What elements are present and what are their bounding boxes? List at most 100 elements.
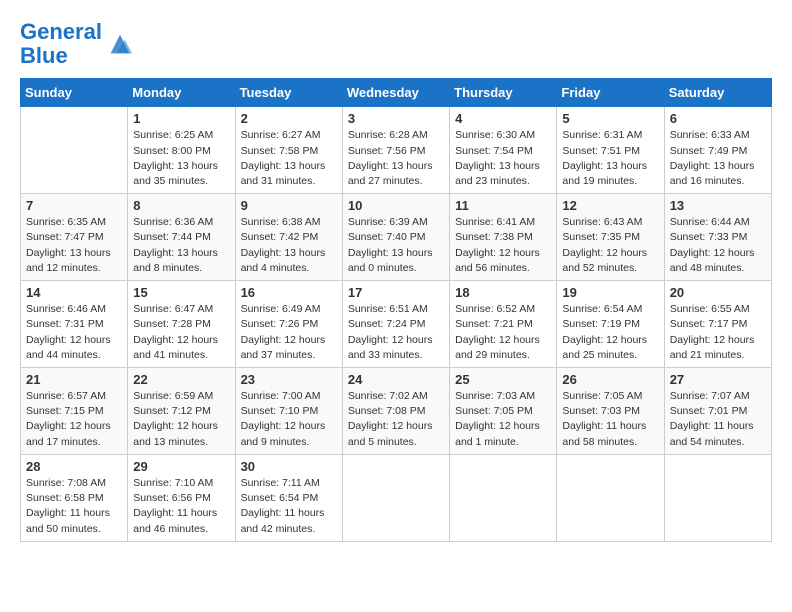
calendar-cell: 4 Sunrise: 6:30 AMSunset: 7:54 PMDaylight… — [450, 107, 557, 194]
day-number: 27 — [670, 372, 766, 387]
day-number: 5 — [562, 111, 658, 126]
day-number: 2 — [241, 111, 337, 126]
calendar-cell — [664, 454, 771, 541]
calendar-cell: 30 Sunrise: 7:11 AMSunset: 6:54 PMDayligh… — [235, 454, 342, 541]
day-number: 22 — [133, 372, 229, 387]
day-number: 19 — [562, 285, 658, 300]
calendar-week-row: 14 Sunrise: 6:46 AMSunset: 7:31 PMDayligh… — [21, 281, 772, 368]
day-number: 20 — [670, 285, 766, 300]
day-header-tuesday: Tuesday — [235, 79, 342, 107]
day-number: 10 — [348, 198, 444, 213]
calendar-week-row: 21Sunrise: 6:57 AMSunset: 7:15 PMDayligh… — [21, 368, 772, 455]
day-info: Sunrise: 6:31 AMSunset: 7:51 PMDaylight:… — [562, 128, 658, 189]
calendar-cell: 15 Sunrise: 6:47 AMSunset: 7:28 PMDayligh… — [128, 281, 235, 368]
calendar-cell: 5 Sunrise: 6:31 AMSunset: 7:51 PMDaylight… — [557, 107, 664, 194]
day-header-thursday: Thursday — [450, 79, 557, 107]
day-number: 21 — [26, 372, 122, 387]
calendar-cell: 24 Sunrise: 7:02 AMSunset: 7:08 PMDayligh… — [342, 368, 449, 455]
page-header: GeneralBlue — [20, 20, 772, 68]
day-number: 4 — [455, 111, 551, 126]
day-number: 28 — [26, 459, 122, 474]
day-info: Sunrise: 6:38 AMSunset: 7:42 PMDaylight:… — [241, 215, 337, 276]
calendar-cell: 10 Sunrise: 6:39 AMSunset: 7:40 PMDayligh… — [342, 194, 449, 281]
calendar-cell: 23 Sunrise: 7:00 AMSunset: 7:10 PMDayligh… — [235, 368, 342, 455]
day-info: Sunrise: 7:02 AMSunset: 7:08 PMDaylight:… — [348, 389, 444, 450]
day-header-friday: Friday — [557, 79, 664, 107]
calendar-cell: 6 Sunrise: 6:33 AMSunset: 7:49 PMDaylight… — [664, 107, 771, 194]
calendar-cell — [557, 454, 664, 541]
day-header-monday: Monday — [128, 79, 235, 107]
day-info: Sunrise: 6:33 AMSunset: 7:49 PMDaylight:… — [670, 128, 766, 189]
day-info: Sunrise: 6:39 AMSunset: 7:40 PMDaylight:… — [348, 215, 444, 276]
calendar-header-row: SundayMondayTuesdayWednesdayThursdayFrid… — [21, 79, 772, 107]
calendar-cell: 17 Sunrise: 6:51 AMSunset: 7:24 PMDayligh… — [342, 281, 449, 368]
calendar-cell: 19Sunrise: 6:54 AMSunset: 7:19 PMDayligh… — [557, 281, 664, 368]
day-info: Sunrise: 6:30 AMSunset: 7:54 PMDaylight:… — [455, 128, 551, 189]
day-info: Sunrise: 6:59 AMSunset: 7:12 PMDaylight:… — [133, 389, 229, 450]
day-info: Sunrise: 6:47 AMSunset: 7:28 PMDaylight:… — [133, 302, 229, 363]
day-info: Sunrise: 7:00 AMSunset: 7:10 PMDaylight:… — [241, 389, 337, 450]
calendar-cell: 11Sunrise: 6:41 AMSunset: 7:38 PMDayligh… — [450, 194, 557, 281]
day-info: Sunrise: 6:52 AMSunset: 7:21 PMDaylight:… — [455, 302, 551, 363]
day-number: 14 — [26, 285, 122, 300]
day-info: Sunrise: 6:46 AMSunset: 7:31 PMDaylight:… — [26, 302, 122, 363]
day-number: 7 — [26, 198, 122, 213]
calendar-cell: 27 Sunrise: 7:07 AMSunset: 7:01 PMDayligh… — [664, 368, 771, 455]
calendar-week-row: 1Sunrise: 6:25 AMSunset: 8:00 PMDaylight… — [21, 107, 772, 194]
day-number: 12 — [562, 198, 658, 213]
day-info: Sunrise: 7:10 AMSunset: 6:56 PMDaylight:… — [133, 476, 229, 537]
calendar-cell: 22 Sunrise: 6:59 AMSunset: 7:12 PMDayligh… — [128, 368, 235, 455]
day-info: Sunrise: 7:03 AMSunset: 7:05 PMDaylight:… — [455, 389, 551, 450]
calendar-cell: 8Sunrise: 6:36 AMSunset: 7:44 PMDaylight… — [128, 194, 235, 281]
calendar-cell: 21Sunrise: 6:57 AMSunset: 7:15 PMDayligh… — [21, 368, 128, 455]
day-header-saturday: Saturday — [664, 79, 771, 107]
day-number: 9 — [241, 198, 337, 213]
day-number: 25 — [455, 372, 551, 387]
calendar-cell: 20Sunrise: 6:55 AMSunset: 7:17 PMDayligh… — [664, 281, 771, 368]
calendar-cell — [21, 107, 128, 194]
day-header-sunday: Sunday — [21, 79, 128, 107]
day-info: Sunrise: 7:05 AMSunset: 7:03 PMDaylight:… — [562, 389, 658, 450]
day-number: 23 — [241, 372, 337, 387]
day-number: 3 — [348, 111, 444, 126]
calendar-table: SundayMondayTuesdayWednesdayThursdayFrid… — [20, 78, 772, 541]
day-number: 24 — [348, 372, 444, 387]
day-info: Sunrise: 7:07 AMSunset: 7:01 PMDaylight:… — [670, 389, 766, 450]
calendar-week-row: 7 Sunrise: 6:35 AMSunset: 7:47 PMDaylight… — [21, 194, 772, 281]
calendar-cell: 3 Sunrise: 6:28 AMSunset: 7:56 PMDaylight… — [342, 107, 449, 194]
day-info: Sunrise: 6:49 AMSunset: 7:26 PMDaylight:… — [241, 302, 337, 363]
calendar-cell: 13Sunrise: 6:44 AMSunset: 7:33 PMDayligh… — [664, 194, 771, 281]
day-info: Sunrise: 6:44 AMSunset: 7:33 PMDaylight:… — [670, 215, 766, 276]
logo-text: GeneralBlue — [20, 20, 102, 68]
calendar-cell: 18 Sunrise: 6:52 AMSunset: 7:21 PMDayligh… — [450, 281, 557, 368]
day-info: Sunrise: 6:35 AMSunset: 7:47 PMDaylight:… — [26, 215, 122, 276]
day-info: Sunrise: 6:43 AMSunset: 7:35 PMDaylight:… — [562, 215, 658, 276]
calendar-cell: 1Sunrise: 6:25 AMSunset: 8:00 PMDaylight… — [128, 107, 235, 194]
calendar-cell: 14 Sunrise: 6:46 AMSunset: 7:31 PMDayligh… — [21, 281, 128, 368]
day-number: 26 — [562, 372, 658, 387]
day-info: Sunrise: 7:11 AMSunset: 6:54 PMDaylight:… — [241, 476, 337, 537]
day-number: 15 — [133, 285, 229, 300]
day-number: 18 — [455, 285, 551, 300]
calendar-cell: 16 Sunrise: 6:49 AMSunset: 7:26 PMDayligh… — [235, 281, 342, 368]
day-header-wednesday: Wednesday — [342, 79, 449, 107]
calendar-week-row: 28 Sunrise: 7:08 AMSunset: 6:58 PMDayligh… — [21, 454, 772, 541]
day-info: Sunrise: 6:28 AMSunset: 7:56 PMDaylight:… — [348, 128, 444, 189]
logo: GeneralBlue — [20, 20, 134, 68]
day-number: 16 — [241, 285, 337, 300]
calendar-cell: 29 Sunrise: 7:10 AMSunset: 6:56 PMDayligh… — [128, 454, 235, 541]
day-number: 6 — [670, 111, 766, 126]
logo-icon — [106, 30, 134, 58]
day-info: Sunrise: 6:51 AMSunset: 7:24 PMDaylight:… — [348, 302, 444, 363]
day-info: Sunrise: 6:27 AMSunset: 7:58 PMDaylight:… — [241, 128, 337, 189]
day-number: 30 — [241, 459, 337, 474]
day-number: 17 — [348, 285, 444, 300]
calendar-cell: 12 Sunrise: 6:43 AMSunset: 7:35 PMDayligh… — [557, 194, 664, 281]
calendar-cell: 25 Sunrise: 7:03 AMSunset: 7:05 PMDayligh… — [450, 368, 557, 455]
day-info: Sunrise: 6:41 AMSunset: 7:38 PMDaylight:… — [455, 215, 551, 276]
calendar-cell: 28 Sunrise: 7:08 AMSunset: 6:58 PMDayligh… — [21, 454, 128, 541]
calendar-cell: 2 Sunrise: 6:27 AMSunset: 7:58 PMDaylight… — [235, 107, 342, 194]
day-number: 1 — [133, 111, 229, 126]
day-number: 29 — [133, 459, 229, 474]
day-info: Sunrise: 7:08 AMSunset: 6:58 PMDaylight:… — [26, 476, 122, 537]
